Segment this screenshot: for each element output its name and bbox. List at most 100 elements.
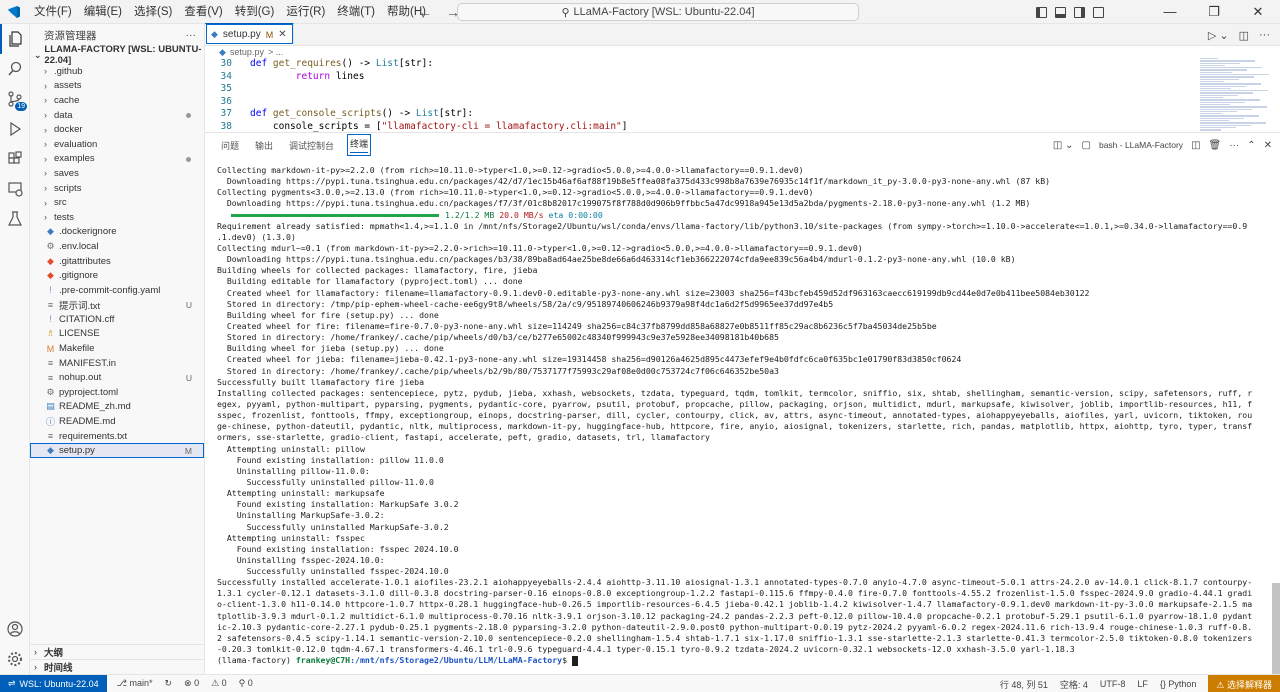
menu-item[interactable]: 查看(V) <box>178 0 228 24</box>
folder-item[interactable]: › cache <box>30 93 204 108</box>
kill-terminal-icon[interactable]: 🗑 <box>1209 140 1222 151</box>
explorer-icon[interactable] <box>0 24 30 54</box>
file-item[interactable]: ◆ .gitattributes <box>30 254 204 269</box>
terminal-line: Collecting pygments<3.0.0,>=2.13.0 (from… <box>217 187 814 198</box>
split-editor-icon[interactable]: ◫ <box>1239 29 1249 42</box>
close-panel-icon[interactable]: ✕ <box>1264 140 1272 151</box>
errors-count[interactable]: ⊗ 0 <box>184 678 199 689</box>
back-arrow-icon[interactable]: ← <box>418 4 432 20</box>
folder-item[interactable]: › src <box>30 195 204 210</box>
menu-item[interactable]: 运行(R) <box>280 0 331 24</box>
minimap-line <box>1200 69 1247 71</box>
minimap[interactable] <box>1200 58 1270 136</box>
toggle-panel-icon[interactable] <box>1055 6 1066 18</box>
folder-item[interactable]: › .github <box>30 64 204 79</box>
encoding[interactable]: UTF-8 <box>1100 679 1126 689</box>
select-interpreter-button[interactable]: ⚠ 选择解释器 <box>1208 675 1280 692</box>
menu-item[interactable]: 文件(F) <box>28 0 78 24</box>
menu-item[interactable]: 编辑(E) <box>78 0 128 24</box>
minimap-line <box>1200 64 1225 67</box>
tree-item-label: src <box>54 197 67 209</box>
tab-setup-py[interactable]: ◆ setup.py M ✕ <box>205 23 294 45</box>
minimize-icon[interactable]: — <box>1148 4 1192 20</box>
remote-indicator[interactable]: ⇌ WSL: Ubuntu-22.04 <box>0 674 107 692</box>
file-item[interactable]: ◆ .gitignore <box>30 268 204 283</box>
source-control-icon[interactable]: 19 <box>0 84 30 114</box>
editor-tabs: ◆ setup.py M ✕ ▷ ⌄ ◫ ··· <box>205 23 1280 46</box>
file-item[interactable]: ▤ README_zh.md <box>30 400 204 415</box>
folder-item[interactable]: › saves <box>30 166 204 181</box>
file-item[interactable]: ! CITATION.cff <box>30 312 204 327</box>
folder-item[interactable]: › tests <box>30 210 204 225</box>
testing-icon[interactable] <box>0 204 30 234</box>
panel-tab[interactable]: 问题 <box>221 139 239 152</box>
workspace-root[interactable]: ⌄ LLAMA-FACTORY [WSL: UBUNTU-22.04] <box>30 44 204 66</box>
extensions-icon[interactable] <box>0 144 30 174</box>
code-editor[interactable]: 30 def get_requires() -> List[str]: 34 ret… <box>205 58 1185 133</box>
language-mode[interactable]: {} Python <box>1160 679 1197 689</box>
folder-item[interactable]: › evaluation <box>30 137 204 152</box>
sync-icon[interactable]: ↻ <box>164 678 172 689</box>
cursor-position[interactable]: 行 48, 列 51 <box>1000 678 1048 691</box>
customize-layout-icon[interactable] <box>1093 6 1104 18</box>
remote-explorer-icon[interactable] <box>0 174 30 204</box>
run-python-icon[interactable]: ▷ ⌄ <box>1208 29 1229 42</box>
close-window-icon[interactable]: ✕ <box>1236 4 1280 20</box>
file-item[interactable]: ♗ LICENSE <box>30 327 204 342</box>
file-item[interactable]: ≡ nohup.out U <box>30 370 204 385</box>
panel-tab[interactable]: 输出 <box>255 139 273 152</box>
file-type-icon: ♗ <box>46 328 55 339</box>
panel-tab[interactable]: 调试控制台 <box>289 139 334 152</box>
file-item[interactable]: ≡ MANIFEST.in <box>30 356 204 371</box>
more-actions-icon[interactable]: ··· <box>186 29 197 41</box>
folder-item[interactable]: › assets <box>30 79 204 94</box>
terminal-scrollbar[interactable] <box>1272 583 1280 675</box>
file-item[interactable]: ◆ .dockerignore <box>30 225 204 240</box>
breadcrumb-file[interactable]: setup.py <box>230 47 264 57</box>
warnings-count[interactable]: ⚠ 0 <box>211 678 227 689</box>
split-terminal-icon[interactable]: ◫ <box>1191 140 1200 151</box>
file-item[interactable]: ⚙ pyproject.toml <box>30 385 204 400</box>
indentation[interactable]: 空格: 4 <box>1060 678 1088 691</box>
ports-count[interactable]: ⚲ 0 <box>239 678 253 689</box>
file-item[interactable]: ◆ setup.py M <box>30 443 204 459</box>
maximize-panel-icon[interactable]: ⌃ <box>1247 140 1255 151</box>
new-terminal-icon[interactable]: ◫ ⌄ <box>1053 140 1074 151</box>
run-debug-icon[interactable] <box>0 114 30 144</box>
folder-item[interactable]: › docker <box>30 122 204 137</box>
more-editor-actions-icon[interactable]: ··· <box>1259 29 1270 41</box>
line-ending[interactable]: LF <box>1137 679 1148 689</box>
folder-item[interactable]: › data <box>30 108 204 123</box>
folder-item[interactable]: › examples <box>30 152 204 167</box>
file-item[interactable]: M Makefile <box>30 341 204 356</box>
outline-section[interactable]: › 大纲 <box>30 644 205 659</box>
timeline-section[interactable]: › 时间线 <box>30 659 205 674</box>
folder-item[interactable]: › scripts <box>30 181 204 196</box>
terminal-list-icon[interactable]: ▢ <box>1082 140 1091 151</box>
menu-item[interactable]: 转到(G) <box>229 0 281 24</box>
menu-item[interactable]: 终端(T) <box>331 0 381 24</box>
toggle-secondary-sidebar-icon[interactable] <box>1074 6 1085 18</box>
branch-status[interactable]: ⎇ main* <box>117 678 153 689</box>
account-icon[interactable] <box>0 614 30 644</box>
more-panel-icon[interactable]: ··· <box>1229 140 1239 151</box>
file-item[interactable]: ≡ 提示词.txt U <box>30 298 204 313</box>
file-item[interactable]: ≡ requirements.txt <box>30 429 204 444</box>
file-item[interactable]: ⚙ .env.local <box>30 239 204 254</box>
toggle-sidebar-icon[interactable] <box>1036 6 1047 18</box>
command-center-search[interactable]: ⚲ LLaMA-Factory [WSL: Ubuntu-22.04] <box>457 3 859 21</box>
panel-tab[interactable]: 终端 <box>347 134 372 156</box>
download-progress-bar <box>231 213 439 217</box>
settings-gear-icon[interactable] <box>0 644 30 674</box>
tree-item-label: CITATION.cff <box>59 313 115 325</box>
search-view-icon[interactable] <box>0 54 30 84</box>
file-item[interactable]: ! .pre-commit-config.yaml <box>30 283 204 298</box>
terminal-name[interactable]: bash - LLaMA-Factory <box>1099 140 1183 150</box>
terminal-output[interactable]: Collecting markdown-it-py>=2.2.0 (from r… <box>217 165 1267 666</box>
file-item[interactable]: ⓘ README.md <box>30 414 204 429</box>
restore-icon[interactable]: ❐ <box>1192 4 1236 20</box>
close-tab-icon[interactable]: ✕ <box>278 29 286 40</box>
menu-item[interactable]: 选择(S) <box>128 0 178 24</box>
file-type-icon: ◆ <box>47 445 54 456</box>
breadcrumb-rest[interactable]: > ... <box>268 47 283 57</box>
